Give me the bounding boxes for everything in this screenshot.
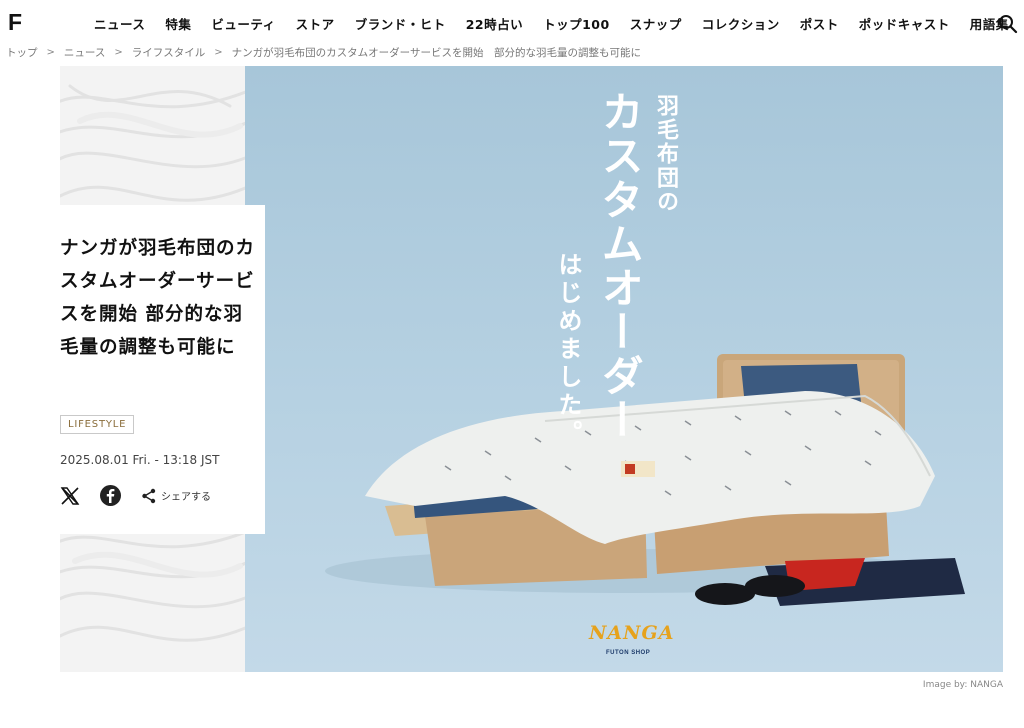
nav-item-post[interactable]: ポスト [800,14,839,33]
breadcrumb-separator: > [114,46,123,58]
nav-item-brand-people[interactable]: ブランド・ヒト [355,14,446,33]
article-title: ナンガが羽毛布団のカスタムオーダーサービスを開始 部分的な羽毛量の調整も可能に [60,238,256,358]
search-icon[interactable] [998,14,1018,34]
breadcrumb-separator: > [214,46,223,58]
image-credit: Image by: NANGA [922,680,1003,690]
x-share-icon[interactable] [60,486,80,506]
nav-item-podcast[interactable]: ポッドキャスト [859,14,950,33]
hero-image: 羽毛布団の カスタムオーダー はじめました。 NANGA FUTON SHOP [245,66,1003,672]
hero-catch-main: カスタムオーダー [595,90,645,442]
site-header: F ニュース 特集 ビューティ ストア ブランド・ヒト 22時占い トップ100… [0,0,1024,46]
hero-catch-prefix: 羽毛布団の [653,94,678,214]
hero-catch-sub: はじめました。 [554,252,582,448]
article-title-card: ナンガが羽毛布団のカスタムオーダーサービスを開始 部分的な羽毛量の調整も可能に … [42,205,265,534]
share-icon [142,488,156,503]
breadcrumb-current: ナンガが羽毛布団のカスタムオーダーサービスを開始 部分的な羽毛量の調整も可能に [231,46,641,59]
nav-item-news[interactable]: ニュース [94,14,145,33]
breadcrumb-news[interactable]: ニュース [64,45,105,60]
breadcrumb-lifestyle[interactable]: ライフスタイル [132,45,206,60]
breadcrumb-top[interactable]: トップ [6,45,38,60]
share-button[interactable]: シェアする [141,488,211,504]
nav-item-horoscope[interactable]: 22時占い [466,14,523,33]
nav-item-collection[interactable]: コレクション [702,14,780,33]
breadcrumb: トップ > ニュース > ライフスタイル > ナンガが羽毛布団のカスタムオーダー… [6,44,641,60]
main-nav: ニュース 特集 ビューティ ストア ブランド・ヒト 22時占い トップ100 ス… [84,0,1019,46]
nav-item-features[interactable]: 特集 [165,14,191,33]
publish-date: 2025.08.01 Fri. - 13:18 JST [60,453,220,467]
nanga-logo-sub: FUTON SHOP [606,650,651,656]
share-label: シェアする [161,492,211,503]
nav-item-snap[interactable]: スナップ [630,14,682,33]
site-logo[interactable]: F [8,9,22,36]
category-badge[interactable]: LIFESTYLE [60,415,135,434]
nav-item-beauty[interactable]: ビューティ [211,14,275,33]
share-row: シェアする [60,485,211,506]
nanga-logo: NANGA [589,622,675,644]
nav-item-top100[interactable]: トップ100 [543,14,610,33]
nav-item-store[interactable]: ストア [296,14,335,33]
breadcrumb-separator: > [46,46,55,58]
facebook-share-icon[interactable] [100,485,121,506]
